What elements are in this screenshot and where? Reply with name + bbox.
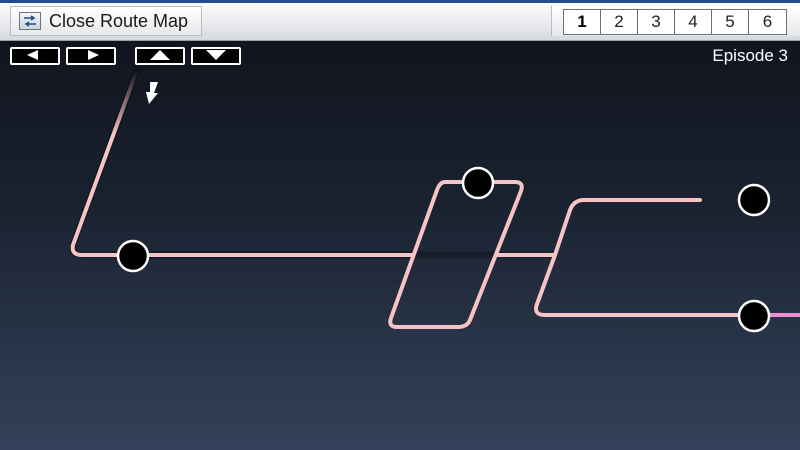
route-node[interactable]: [737, 299, 771, 333]
route-branch-lower: [534, 253, 756, 317]
route-branch-upper: [553, 198, 702, 257]
arrow-down-marker-icon: [146, 82, 158, 104]
route-map: [69, 66, 800, 333]
route-node[interactable]: [116, 239, 150, 273]
route-node[interactable]: [737, 183, 771, 217]
route-node[interactable]: [461, 166, 495, 200]
current-position-marker: [146, 82, 158, 104]
